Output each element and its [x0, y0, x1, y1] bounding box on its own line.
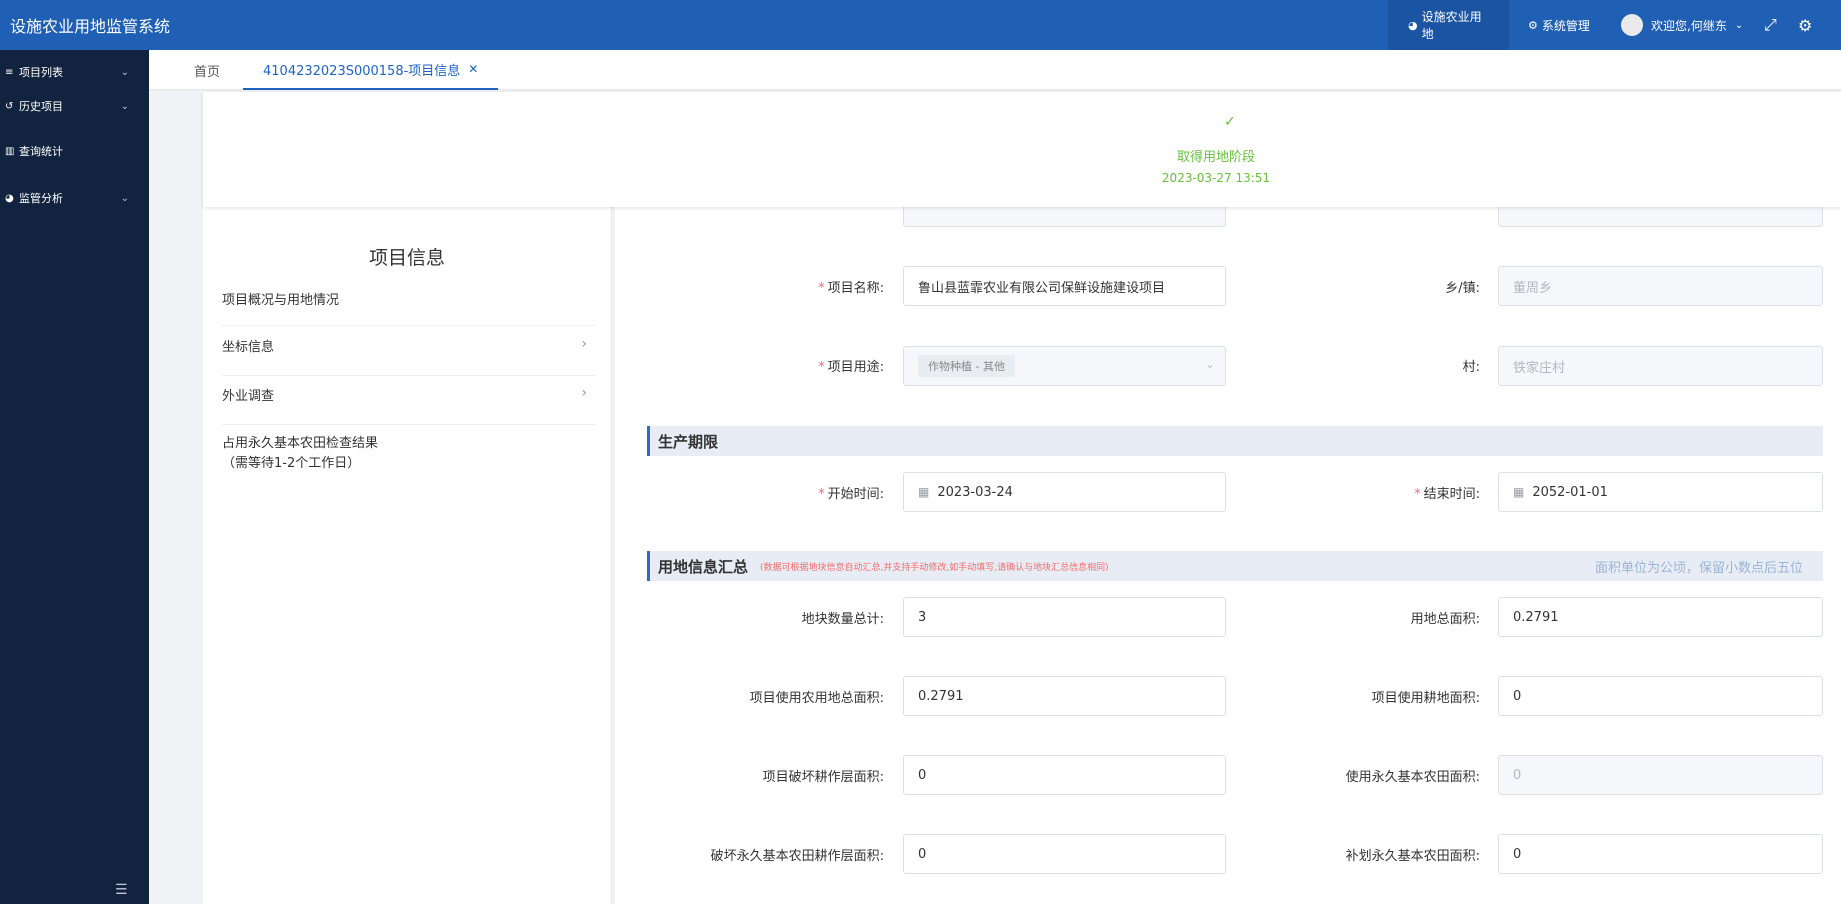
purpose-tag: 作物种植 - 其他 — [918, 355, 1015, 377]
nav-farm-land[interactable]: ◕ 设施农业用地 — [1388, 0, 1509, 50]
perm-supp-input[interactable]: 0 — [1498, 834, 1823, 874]
town-input[interactable]: 董周乡 — [1498, 266, 1823, 306]
app-title: 设施农业用地监管系统 — [10, 17, 171, 36]
fullscreen-icon[interactable]: ⤢ — [1764, 0, 1777, 50]
tab-home[interactable]: 首页 — [194, 50, 220, 90]
stage-label: 取得用地阶段 — [1176, 150, 1255, 165]
purpose-select[interactable]: 作物种植 - 其他 ⌄ — [903, 346, 1226, 386]
nav-item-label: 坐标信息 — [222, 340, 275, 355]
unit-note: 面积单位为公顷，保留小数点后五位 — [1594, 560, 1803, 576]
list-icon: ≡ — [5, 66, 14, 78]
end-date-label: * 结束时间: — [1414, 487, 1480, 502]
user-menu[interactable]: 欢迎您,何继东 ⌄ — [1621, 0, 1743, 50]
pie-chart-icon: ◕ — [5, 192, 14, 204]
welcome-text: 欢迎您,何继东 — [1651, 18, 1727, 33]
history-icon: ↺ — [5, 100, 14, 112]
collapse-menu-icon[interactable]: ☰ — [115, 882, 128, 898]
check-icon: ✓ — [1224, 114, 1236, 130]
sidebar-item-project-list[interactable]: ≡ 项目列表 ⌄ — [0, 61, 149, 83]
tab-label: 首页 — [194, 64, 221, 80]
sidebar-item-label: 查询统计 — [19, 145, 63, 158]
start-date-label: * 开始时间: — [818, 487, 884, 502]
parcel-count-input[interactable]: 3 — [903, 597, 1226, 637]
village-label: 村: — [1462, 360, 1480, 375]
nav-item-farmland-check[interactable]: 占用永久基本农田检查结果 （需等待1-2个工作日） — [222, 434, 595, 484]
project-name-label: * 项目名称: — [818, 281, 884, 296]
perm-damage-input[interactable]: 0 — [903, 834, 1226, 874]
total-area-label: 用地总面积: — [1410, 612, 1480, 627]
perm-damage-label: 破坏永久基本农田耕作层面积: — [710, 849, 884, 864]
sidebar-item-analysis[interactable]: ◕ 监管分析 ⌄ — [0, 187, 149, 209]
chevron-down-icon: ⌄ — [120, 192, 129, 204]
end-date-picker[interactable]: ▦ 2052-01-01 — [1498, 472, 1823, 512]
pie-chart-icon: ◕ — [1408, 18, 1418, 32]
stage-panel: ✓ 取得用地阶段 2023-03-27 13:51 — [203, 92, 1841, 207]
sidebar-item-label: 监管分析 — [19, 192, 63, 205]
top-bar: 设施农业用地监管系统 ◕ 设施农业用地 ⚙ 系统管理 欢迎您,何继东 ⌄ ⤢ ⚙ — [0, 0, 1841, 50]
section-note: (数据可根据地块信息自动汇总,并支持手动修改,如手动填写,请确认与地块汇总信息相… — [760, 562, 1109, 573]
nav-farm-land-label: 设施农业用地 — [1421, 10, 1482, 41]
damage-layer-input[interactable]: 0 — [903, 755, 1226, 795]
close-icon[interactable]: ✕ — [468, 62, 478, 76]
nav-system-label: 系统管理 — [1541, 18, 1590, 33]
section-production-period: 生产期限 — [647, 426, 1823, 456]
avatar — [1621, 14, 1643, 36]
nav-item-field-survey[interactable]: 外业调查 › — [222, 385, 595, 425]
calendar-icon: ▦ — [1513, 485, 1525, 499]
bar-chart-icon: ▥ — [5, 145, 15, 157]
total-area-input[interactable]: 0.2791 — [1498, 597, 1823, 637]
nav-item-label: 项目概况与用地情况 — [222, 293, 340, 308]
tab-label: 4104232023S000158-项目信息 — [263, 63, 461, 79]
nav-item-sublabel: （需等待1-2个工作日） — [222, 456, 361, 471]
chevron-right-icon: › — [581, 385, 587, 401]
ag-area-input[interactable]: 0.2791 — [903, 676, 1226, 716]
damage-layer-label: 项目破坏耕作层面积: — [762, 770, 884, 785]
start-date-picker[interactable]: ▦ 2023-03-24 — [903, 472, 1226, 512]
perm-area-input[interactable]: 0 — [1498, 755, 1823, 795]
ag-area-label: 项目使用农用地总面积: — [749, 691, 884, 706]
gears-icon: ⚙ — [1528, 18, 1538, 32]
nav-item-coordinates[interactable]: 坐标信息 › — [222, 336, 595, 376]
village-input[interactable]: 铁家庄村 — [1498, 346, 1823, 386]
sidebar-item-label: 历史项目 — [19, 100, 63, 113]
project-nav-panel: 项目信息 项目概况与用地情况 坐标信息 › 外业调查 › 占用永久基本农田检查结… — [203, 207, 612, 904]
tab-project-info[interactable]: 4104232023S000158-项目信息 ✕ — [243, 50, 499, 90]
settings-icon[interactable]: ⚙ — [1798, 0, 1812, 50]
stage-time: 2023-03-27 13:51 — [1161, 171, 1271, 185]
purpose-label: * 项目用途: — [818, 360, 884, 375]
panel-title: 项目信息 — [368, 247, 445, 269]
nav-item-label: 外业调查 — [222, 389, 275, 404]
town-label: 乡/镇: — [1445, 281, 1480, 296]
chevron-down-icon: ⌄ — [120, 66, 129, 78]
farm-area-input[interactable]: 0 — [1498, 676, 1823, 716]
tab-bar: 首页 4104232023S000158-项目信息 ✕ — [149, 50, 1841, 90]
project-name-input[interactable]: 鲁山县蓝霏农业有限公司保鲜设施建设项目 — [903, 266, 1226, 306]
calendar-icon: ▦ — [918, 485, 930, 499]
parcel-count-label: 地块数量总计: — [801, 612, 884, 627]
section-land-summary: 用地信息汇总 (数据可根据地块信息自动汇总,并支持手动修改,如手动填写,请确认与… — [647, 551, 1823, 581]
chevron-down-icon: ⌄ — [1734, 19, 1744, 31]
chevron-right-icon: › — [581, 336, 587, 352]
nav-system[interactable]: ⚙ 系统管理 — [1528, 0, 1590, 50]
chevron-down-icon: ⌄ — [120, 100, 129, 112]
section-title: 生产期限 — [658, 432, 719, 451]
perm-supp-label: 补划永久基本农田面积: — [1345, 849, 1480, 864]
nav-item-label: 占用永久基本农田检查结果 — [222, 436, 379, 451]
nav-item-overview[interactable]: 项目概况与用地情况 — [222, 289, 595, 326]
perm-area-label: 使用永久基本农田面积: — [1345, 770, 1480, 785]
sidebar: ≡ 项目列表 ⌄ ↺ 历史项目 ⌄ ▥ 查询统计 ◕ 监管分析 ⌄ ☰ — [0, 50, 149, 904]
sidebar-item-label: 项目列表 — [19, 66, 63, 79]
section-title: 用地信息汇总 — [658, 557, 749, 576]
sidebar-item-history[interactable]: ↺ 历史项目 ⌄ — [0, 95, 149, 117]
sidebar-item-stats[interactable]: ▥ 查询统计 — [0, 140, 149, 162]
farm-area-label: 项目使用耕地面积: — [1371, 691, 1480, 706]
